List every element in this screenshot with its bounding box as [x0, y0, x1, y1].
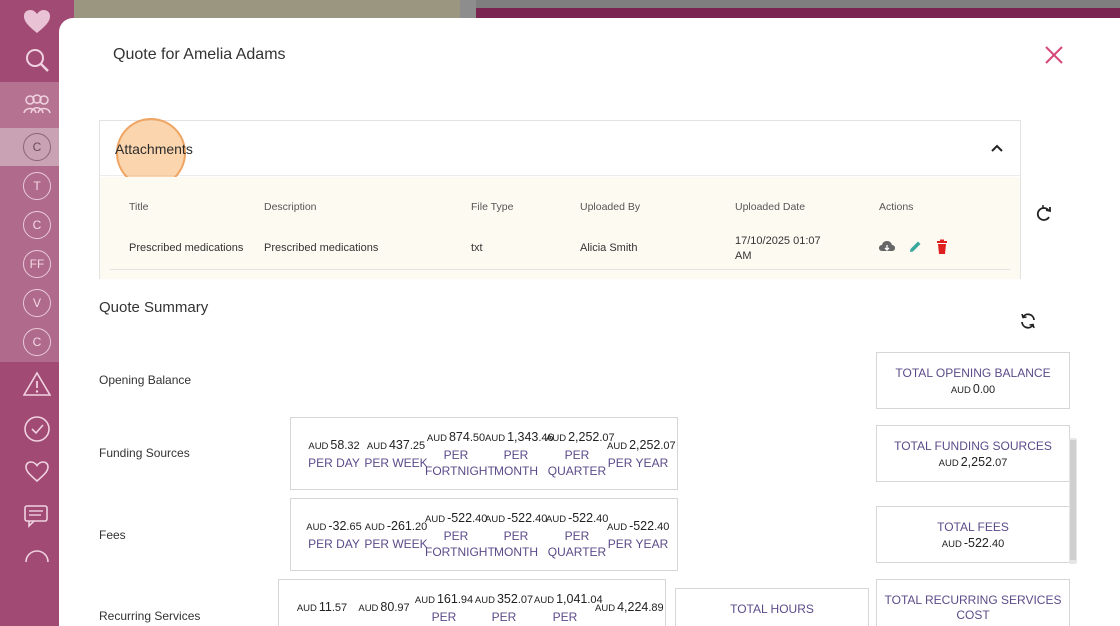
recurring-per-month: AUD 352.07 PER [474, 592, 534, 624]
total-opening-balance-label: TOTAL OPENING BALANCE [895, 366, 1051, 380]
refresh-icon[interactable] [1035, 204, 1053, 222]
total-recurring-services-box: TOTAL RECURRING SERVICES COST [876, 579, 1070, 626]
modal-title: Quote for Amelia Adams [113, 46, 286, 63]
column-header-uploaded-date: Uploaded Date [735, 201, 806, 213]
background-panel [74, 0, 460, 18]
attachment-title: Prescribed medications [129, 242, 244, 254]
fees-per-fortnight: AUD -522.40 PER FORTNIGHT [425, 511, 495, 559]
background-divider [460, 0, 476, 18]
funding-per-quarter: AUD 2,252.07 PER QUARTER [546, 430, 615, 478]
cloud-download-icon[interactable] [878, 239, 896, 255]
uploaded-date-line2: AM [735, 250, 752, 262]
total-recurring-services-label-line2: COST [956, 608, 990, 622]
total-funding-sources-box: TOTAL FUNDING SOURCES AUD 2,252.07 [876, 425, 1070, 482]
recurring-per-day: AUD 11.57 [296, 600, 348, 614]
recurring-per-fortnight: AUD 161.94 PER [414, 592, 474, 624]
quote-summary-title: Quote Summary [99, 299, 209, 316]
attachment-description: Prescribed medications [264, 242, 379, 254]
sidebar-circle-label: C [23, 133, 51, 161]
funding-sources-label: Funding Sources [99, 446, 190, 460]
column-header-uploaded-by: Uploaded By [580, 201, 641, 213]
attachment-uploaded-date: 17/10/2025 01:07 AM [735, 235, 821, 262]
funding-per-day: AUD 58.32 PER DAY [308, 438, 360, 470]
total-hours-label: TOTAL HOURS [730, 602, 814, 616]
row-divider [110, 269, 1010, 270]
chevron-up-icon[interactable] [990, 141, 1004, 155]
attachments-heading: Attachments [115, 141, 193, 157]
total-funding-sources-label: TOTAL FUNDING SOURCES [894, 439, 1052, 453]
funding-sources-breakdown: AUD 58.32 PER DAY AUD 437.25 PER WEEK AUD 874… [290, 417, 678, 490]
sidebar-circle-label: FF [23, 250, 51, 278]
funding-per-month: AUD 1,343.46 PER MONTH [485, 430, 554, 478]
attachments-panel: Attachments Title Description File Type … [99, 118, 1021, 279]
column-header-description: Description [264, 201, 317, 213]
funding-per-year: AUD 2,252.07 PER YEAR [607, 438, 676, 470]
funding-per-fortnight: AUD 874.50 PER FORTNIGHT [425, 430, 495, 478]
scrollbar-thumb[interactable] [1070, 440, 1076, 560]
fees-per-year: AUD -522.40 PER YEAR [607, 519, 670, 551]
fees-per-week: AUD -261.20 PER WEEK [364, 519, 428, 551]
recurring-per-year: AUD 4,224.89 [595, 600, 664, 614]
attachments-header[interactable]: Attachments [100, 118, 1020, 188]
attachment-uploaded-by: Alicia Smith [580, 242, 638, 254]
scrollbar[interactable] [1069, 438, 1077, 564]
fees-breakdown: AUD -32.65 PER DAY AUD -261.20 PER WEEK AUD -… [290, 498, 678, 571]
recurring-services-breakdown: AUD 11.57 AUD 80.97 AUD 161.94 PER AUD 352.07… [278, 579, 666, 626]
total-opening-balance-box: TOTAL OPENING BALANCE AUD 0.00 [876, 352, 1070, 409]
attachment-file-type: txt [471, 242, 483, 254]
refresh-icon[interactable] [1019, 312, 1037, 330]
sidebar-circle-label: C [23, 328, 51, 356]
column-header-file-type: File Type [471, 201, 514, 213]
attachments-table: Title Description File Type Uploaded By … [100, 177, 1020, 279]
column-header-actions: Actions [879, 201, 914, 213]
sidebar-circle-label: V [23, 289, 51, 317]
quote-modal: Quote for Amelia Adams Attachments Title… [59, 18, 1120, 626]
total-fees-value: AUD -522.40 [941, 536, 1005, 550]
fees-per-day: AUD -32.65 PER DAY [306, 519, 362, 551]
sidebar-circle-label: T [23, 172, 51, 200]
total-funding-sources-value: AUD 2,252.07 [938, 455, 1008, 469]
recurring-per-quarter: AUD 1,041.04 PER [534, 592, 603, 624]
funding-per-week: AUD 437.25 PER WEEK [364, 438, 428, 470]
delete-trash-icon[interactable] [935, 239, 953, 255]
column-header-title: Title [129, 201, 149, 213]
total-opening-balance-value: AUD 0.00 [950, 382, 996, 396]
edit-pencil-icon[interactable] [907, 239, 925, 255]
close-icon[interactable] [1041, 42, 1067, 68]
sidebar-circle-label: C [23, 211, 51, 239]
fees-per-month: AUD -522.40 PER MONTH [485, 511, 548, 559]
fees-per-quarter: AUD -522.40 PER QUARTER [546, 511, 609, 559]
opening-balance-label: Opening Balance [99, 373, 192, 387]
recurring-per-week: AUD 80.97 [358, 600, 410, 614]
recurring-services-label: Recurring Services [99, 609, 201, 623]
uploaded-date-line1: 17/10/2025 01:07 [735, 235, 821, 247]
total-recurring-services-label-line1: TOTAL RECURRING SERVICES [884, 593, 1062, 607]
background-header-bar [476, 8, 1120, 18]
total-fees-label: TOTAL FEES [937, 520, 1009, 534]
total-fees-box: TOTAL FEES AUD -522.40 [876, 506, 1070, 563]
fees-label: Fees [99, 528, 126, 542]
total-hours-box: TOTAL HOURS [675, 588, 869, 626]
